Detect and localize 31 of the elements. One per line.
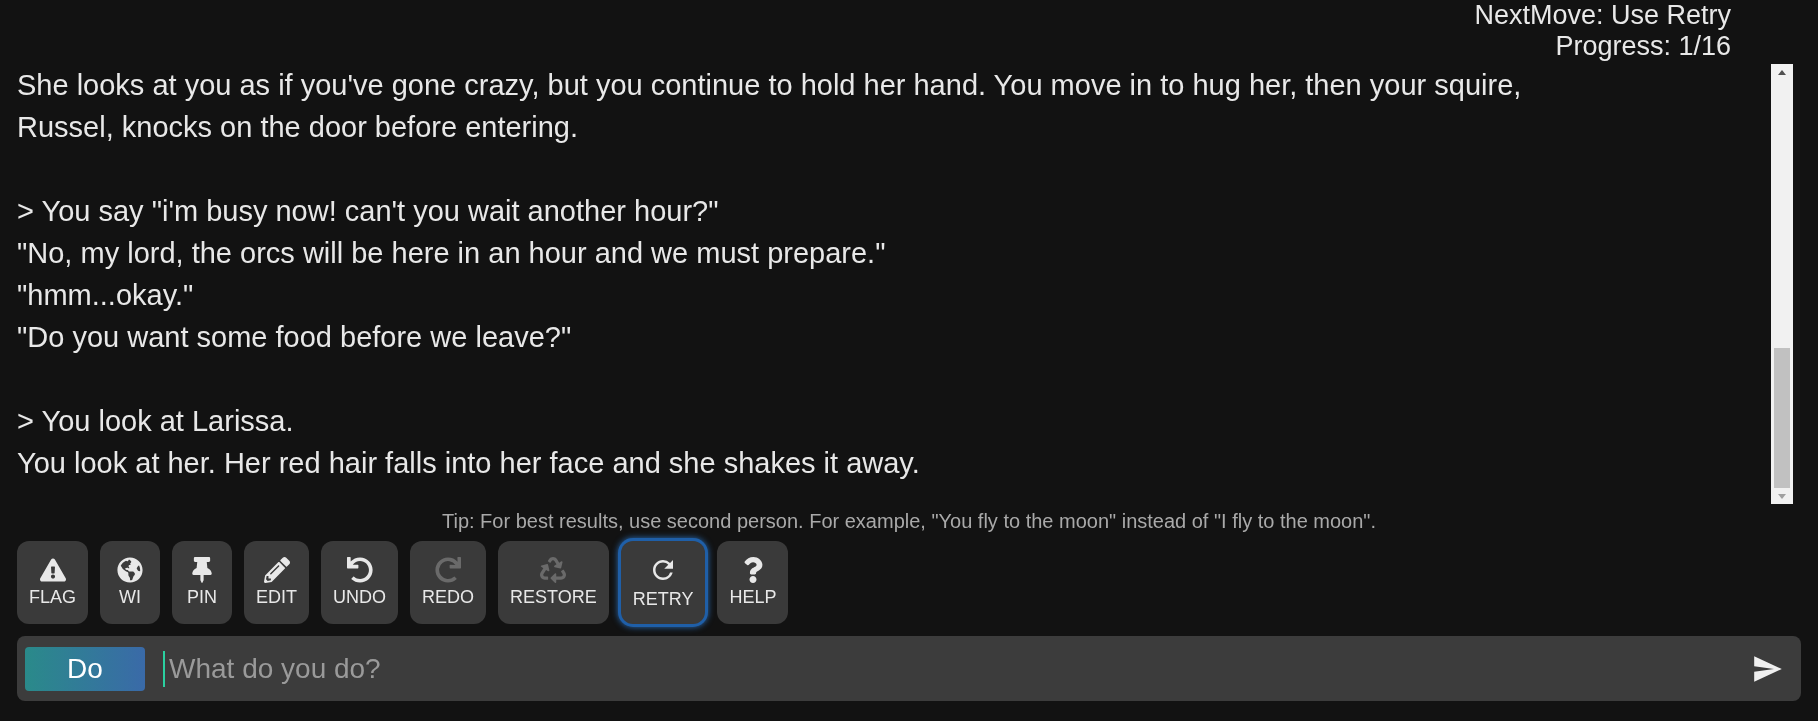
story-paragraph: "No, my lord, the orcs will be here in an hour and we must prepare." <box>17 236 887 271</box>
story-paragraph: She looks at you as if you've gone crazy, but you continue to hold her hand. You move in to hug her, then your squire, Russel, knocks on the door before entering. <box>17 68 1523 145</box>
toolbar-button[interactable]: WI <box>100 541 160 624</box>
scrollbar-thumb[interactable] <box>1774 348 1790 488</box>
scrollbar[interactable] <box>1771 64 1793 504</box>
globe-icon <box>117 557 143 583</box>
warning-icon <box>39 557 66 583</box>
story-paragraph: > You look at Larissa. <box>17 404 295 439</box>
tip-text: Tip: For best results, use second person. For example, "You fly to the moon" instead of "I fly to the moon". <box>440 510 1378 533</box>
story-paragraph: > You say "i'm busy now! can't you wait another hour?" <box>17 194 720 229</box>
scroll-up-icon[interactable] <box>1778 69 1786 75</box>
mode-button[interactable]: Do <box>25 646 145 691</box>
next-move-text: NextMove: Use Retry <box>1474 0 1731 31</box>
pencil-icon <box>263 557 290 583</box>
toolbar-button[interactable]: UNDO <box>321 541 399 624</box>
input-text[interactable]: What do you do? <box>163 650 1733 687</box>
toolbar-button[interactable]: HELP <box>717 541 789 624</box>
toolbar-button[interactable]: RETRY <box>620 541 706 624</box>
recycle-icon <box>540 557 567 583</box>
story-paragraph: "hmm...okay." <box>17 278 195 313</box>
toolbar-button[interactable]: PIN <box>172 541 232 624</box>
action-input[interactable]: Do What do you do? <box>17 636 1801 701</box>
toolbar-button[interactable]: FLAG <box>17 541 88 624</box>
story-paragraph: "Do you want some food before we leave?" <box>17 320 573 355</box>
undo-icon <box>346 557 373 583</box>
scroll-down-icon[interactable] <box>1778 493 1786 499</box>
toolbar-button[interactable]: EDIT <box>244 541 310 624</box>
pin-icon <box>189 557 215 583</box>
progress-text: Progress: 1/16 <box>1555 31 1731 62</box>
story-paragraph: You look at her. Her red hair falls into her face and she shakes it away. <box>17 446 921 481</box>
redo-icon <box>435 557 462 583</box>
